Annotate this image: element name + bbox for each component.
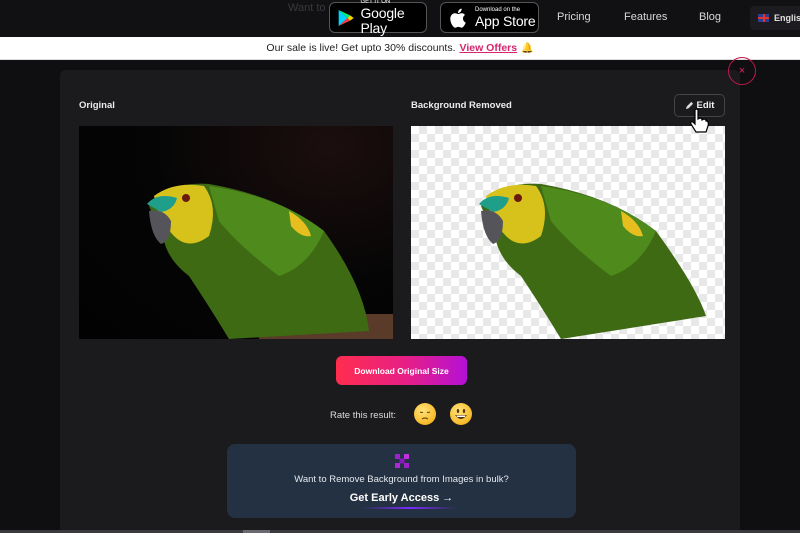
get-early-access-link[interactable]: Get Early Access → [227, 492, 576, 509]
parrot-photo [147, 183, 393, 339]
nav-features[interactable]: Features [624, 11, 667, 23]
close-button[interactable]: × [728, 57, 756, 85]
google-play-button[interactable]: GET IT ON Google Play [329, 0, 427, 36]
get-early-access-label: Get Early Access → [349, 492, 454, 504]
sad-emoji-button[interactable] [414, 403, 436, 425]
bulk-promo-text: Want to Remove Background from Images in… [294, 474, 509, 485]
parrot-cutout [479, 183, 706, 339]
google-play-big: Google Play [360, 5, 405, 36]
app-store-button[interactable]: Download on the App Store [440, 2, 539, 33]
app-store-big: App Store [475, 12, 536, 29]
nav-blog[interactable]: Blog [699, 11, 721, 23]
original-image [79, 126, 393, 339]
google-play-icon [338, 9, 354, 26]
sale-banner: Our sale is live! Get upto 30% discounts… [0, 37, 800, 60]
bulk-promo-card: Want to Remove Background from Images in… [227, 444, 576, 518]
language-selector[interactable]: English [750, 6, 800, 30]
happy-emoji-button[interactable] [450, 403, 472, 425]
rate-label: Rate this result: [330, 410, 396, 421]
background-removed-label: Background Removed [411, 100, 512, 111]
hand-cursor-icon [690, 108, 709, 133]
happy-face-icon [455, 409, 467, 419]
language-label: English [774, 13, 800, 23]
view-offers-link[interactable]: View Offers [460, 42, 518, 54]
nav-pricing[interactable]: Pricing [557, 11, 591, 23]
download-original-size-button[interactable]: Download Original Size [336, 356, 467, 385]
close-icon: × [738, 65, 746, 77]
uk-flag-icon [758, 14, 769, 22]
sad-face-icon [419, 411, 431, 420]
background-removed-image [411, 126, 725, 339]
original-label: Original [79, 100, 115, 111]
bell-icon: 🔔 [521, 42, 534, 54]
banner-text: Our sale is live! Get upto 30% discounts… [266, 42, 456, 54]
cta-underline [362, 507, 457, 509]
bulk-logo-icon [395, 454, 409, 468]
ghost-text: Want to [288, 2, 326, 14]
apple-icon [450, 8, 466, 28]
